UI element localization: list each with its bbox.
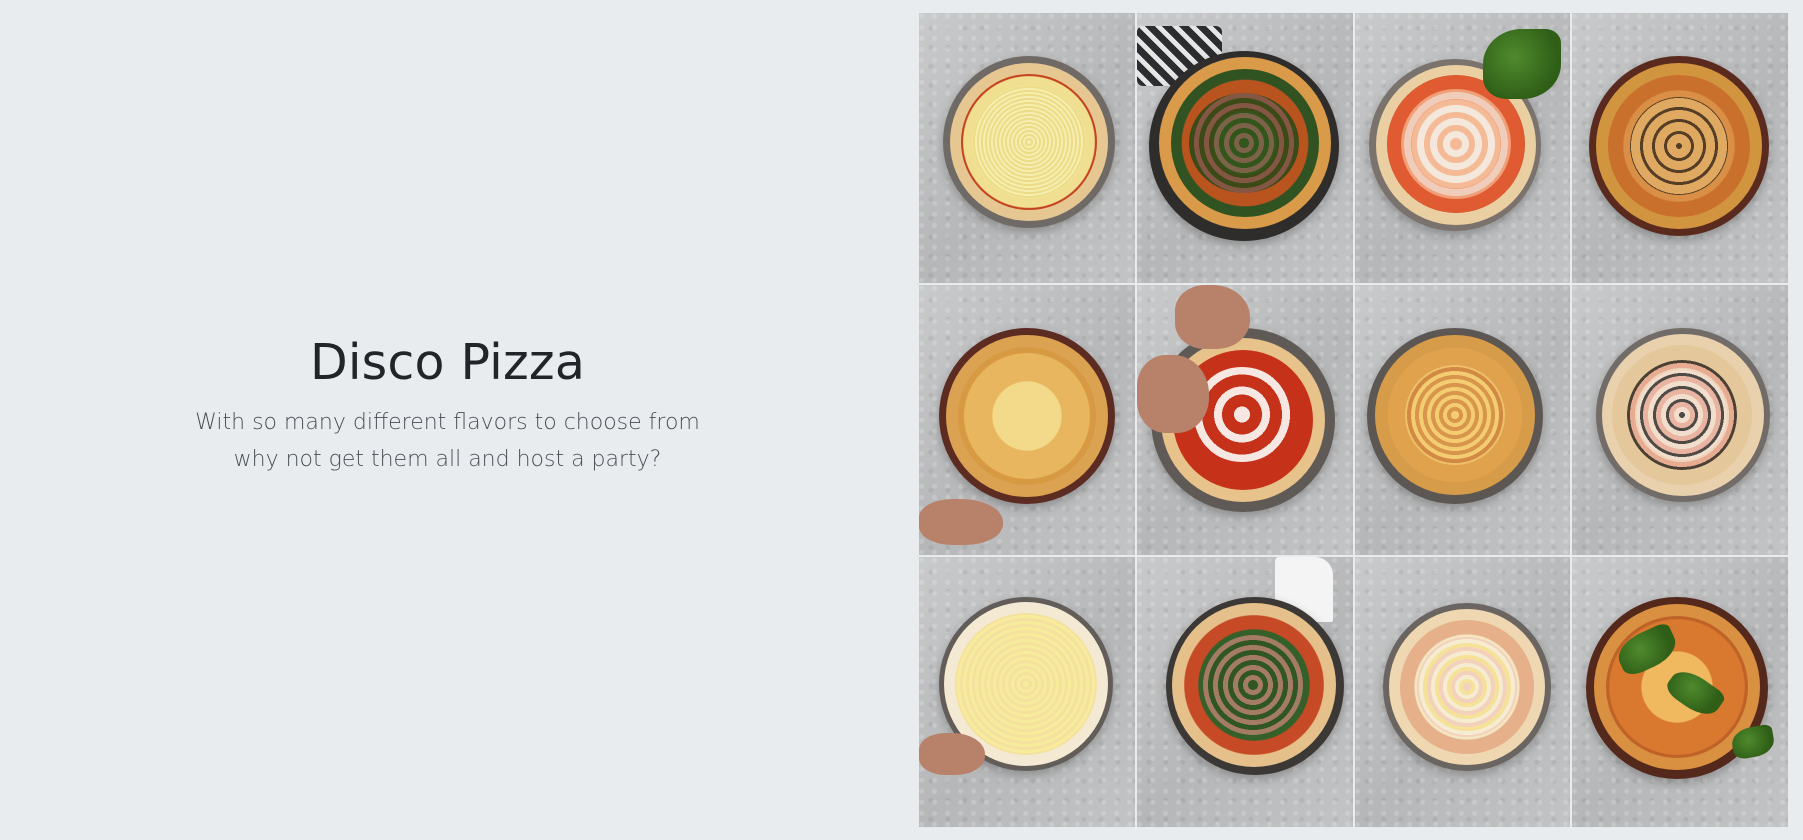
pizza-tile-ham-pineapple-raw [1354, 557, 1571, 827]
pizza-tile-mushroom-olive [1572, 285, 1788, 555]
pizza-tile-baked-cheese [919, 285, 1135, 555]
page: Disco Pizza With so many different flavo… [0, 0, 1803, 840]
pizza-tile-spinach-sausage-2 [1136, 557, 1353, 827]
subtitle-line-2: why not get them all and host a party? [233, 446, 662, 472]
hero-text-block: Disco Pizza With so many different flavo… [188, 336, 708, 478]
pizza-tile-olive-ham [1572, 13, 1788, 283]
hero-subtitle: With so many different flavors to choose… [188, 404, 708, 478]
pizza-tile-cheese [919, 13, 1135, 283]
subtitle-line-1: With so many different flavors to choose… [195, 409, 700, 435]
pizza-tile-mozzarella-raw [1136, 285, 1353, 555]
pizza-tile-spinach-sausage [1136, 13, 1353, 283]
pizza-tile-raw-cheese [919, 557, 1135, 827]
page-title: Disco Pizza [309, 334, 586, 392]
pizza-tile-pineapple-ham [1354, 285, 1571, 555]
pizza-tile-shrimp [1354, 13, 1571, 283]
pizza-photo-grid [919, 13, 1788, 827]
pizza-tile-rocket-baked [1572, 557, 1788, 827]
hero-text-panel: Disco Pizza With so many different flavo… [0, 0, 895, 840]
